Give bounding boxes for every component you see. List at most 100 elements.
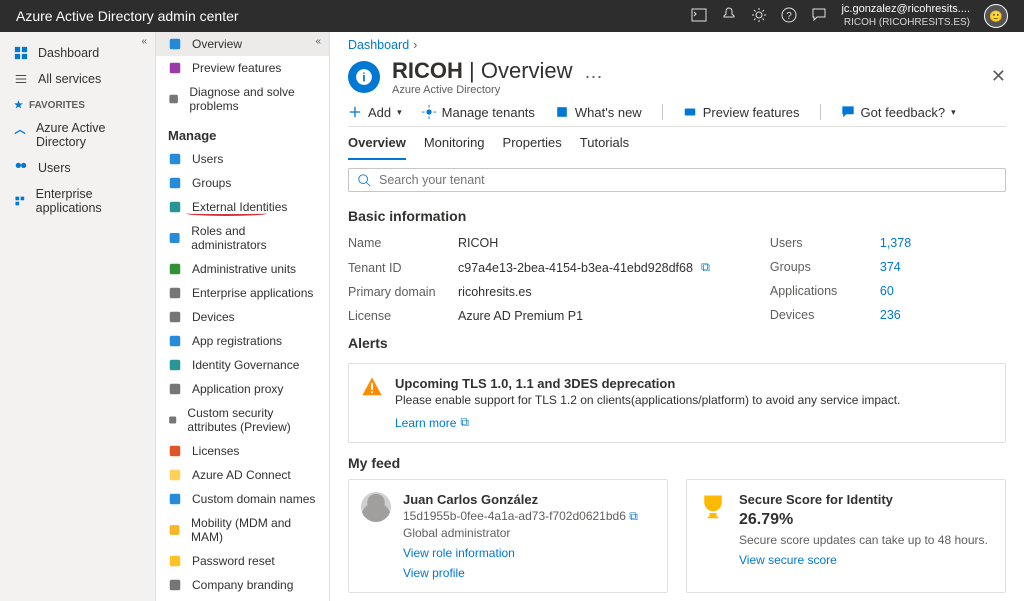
secure-score-value: 26.79% [739,511,988,529]
bell-icon[interactable] [721,7,737,26]
subnav-item[interactable]: External Identities [156,195,329,219]
content: ✕ Dashboard› i RICOH | Overview Azure Ac… [330,32,1024,601]
tab-monitoring[interactable]: Monitoring [424,135,485,160]
feedback-icon[interactable] [811,7,827,26]
devices-link[interactable]: 236 [880,308,901,322]
view-profile-link[interactable]: View profile [403,566,638,580]
help-icon[interactable]: ? [781,7,797,26]
subnav-item[interactable]: User settings [156,597,329,601]
nav-all-services[interactable]: All services [0,66,155,92]
tenant-search[interactable] [348,168,1006,192]
brand-title: Azure Active Directory admin center [16,8,691,24]
menu-icon [168,286,182,300]
basic-info-header: Basic information [330,200,1024,232]
subnav-label: Identity Governance [192,358,299,372]
close-icon[interactable]: ✕ [991,66,1006,87]
tenantid-label: Tenant ID [348,261,458,275]
menu-icon [168,444,182,458]
fav-aad[interactable]: Azure Active Directory [0,115,155,155]
subnav-item[interactable]: Groups [156,171,329,195]
apps-link[interactable]: 60 [880,284,894,298]
search-icon [357,173,371,187]
copy-tenantid-icon[interactable]: ⧉ [701,260,710,275]
users-label: Users [770,236,880,250]
avatar[interactable]: 🙂 [984,4,1008,28]
groups-link[interactable]: 374 [880,260,901,274]
user-block[interactable]: jc.gonzalez@ricohresits.... RICOH (RICOH… [841,3,970,28]
domain-label: Primary domain [348,285,458,299]
nav-label: Enterprise applications [36,187,141,215]
feed-secure-score-card: Secure Score for Identity 26.79% Secure … [686,479,1006,593]
tab-tutorials[interactable]: Tutorials [580,135,629,160]
fav-enterprise-apps[interactable]: Enterprise applications [0,181,155,221]
user-email: jc.gonzalez@ricohresits.... [841,3,970,16]
subnav-item[interactable]: Overview [156,32,329,56]
license: Azure AD Premium P1 [458,309,583,323]
subnav-label: Users [192,152,223,166]
manage-tenants-button[interactable]: Manage tenants [422,105,535,120]
subnav-item[interactable]: Identity Governance [156,353,329,377]
name-label: Name [348,236,458,250]
whats-new-button[interactable]: What's new [555,105,642,120]
console-icon[interactable] [691,7,707,26]
subnav-item[interactable]: Azure AD Connect [156,463,329,487]
groups-label: Groups [770,260,880,274]
copy-userid-icon[interactable]: ⧉ [629,509,638,523]
menu-icon [168,334,182,348]
search-input[interactable] [379,173,997,187]
view-secure-score-link[interactable]: View secure score [739,553,988,567]
fav-users[interactable]: Users [0,155,155,181]
subnav-label: Licenses [192,444,239,458]
collapse-left-icon[interactable]: « [141,36,147,47]
subnav-item[interactable]: Company branding [156,573,329,597]
subnav-item[interactable]: Enterprise applications [156,281,329,305]
preview-features-button[interactable]: Preview features [683,105,800,120]
subnav-item[interactable]: Password reset [156,549,329,573]
gear-icon[interactable] [751,7,767,26]
menu-icon [168,61,182,75]
subnav-item[interactable]: Devices [156,305,329,329]
subnav-item[interactable]: Custom security attributes (Preview) [156,401,329,439]
view-role-link[interactable]: View role information [403,546,638,560]
menu-icon [168,152,182,166]
tab-properties[interactable]: Properties [503,135,562,160]
page-subtitle: Azure Active Directory [392,84,573,96]
subnav-item[interactable]: Mobility (MDM and MAM) [156,511,329,549]
menu-icon [168,413,177,427]
got-feedback-button[interactable]: Got feedback? ▾ [841,105,956,120]
menu-icon [168,231,181,245]
more-icon[interactable]: ⋯ [585,67,603,88]
secure-score-note: Secure score updates can take up to 48 h… [739,533,988,547]
learn-more-link[interactable]: Learn more ⧉ [395,415,469,430]
tabs: Overview Monitoring Properties Tutorials [330,127,1024,160]
breadcrumb[interactable]: Dashboard› [330,32,1024,58]
subnav-label: App registrations [192,334,282,348]
nav-dashboard[interactable]: Dashboard [0,40,155,66]
subnav-label: Mobility (MDM and MAM) [191,516,317,544]
left-nav: « Dashboard All services ★FAVORITES Azur… [0,32,156,601]
collapse-sub-icon[interactable]: « [315,36,321,47]
users-link[interactable]: 1,378 [880,236,911,250]
subnav-item[interactable]: Diagnose and solve problems [156,80,329,118]
tab-overview[interactable]: Overview [348,135,406,160]
subnav-item[interactable]: Application proxy [156,377,329,401]
menu-icon [168,92,179,106]
nav-label: Azure Active Directory [36,121,141,149]
subnav-label: Groups [192,176,231,190]
subnav-item[interactable]: Custom domain names [156,487,329,511]
subnav-label: Diagnose and solve problems [189,85,317,113]
subnav-item[interactable]: Licenses [156,439,329,463]
subnav-item[interactable]: Roles and administrators [156,219,329,257]
subnav-item[interactable]: Preview features [156,56,329,80]
subnav-item[interactable]: Administrative units [156,257,329,281]
subnav-item[interactable]: Users [156,147,329,171]
topbar: Azure Active Directory admin center ? jc… [0,0,1024,32]
feed-user-name: Juan Carlos González [403,492,638,507]
menu-icon [168,37,182,51]
subnav-label: Roles and administrators [191,224,317,252]
menu-icon [168,468,182,482]
command-bar: Add ▾ Manage tenants What's new Preview … [348,100,1006,127]
subnav-item[interactable]: App registrations [156,329,329,353]
menu-icon [168,200,182,214]
add-button[interactable]: Add ▾ [348,105,402,120]
